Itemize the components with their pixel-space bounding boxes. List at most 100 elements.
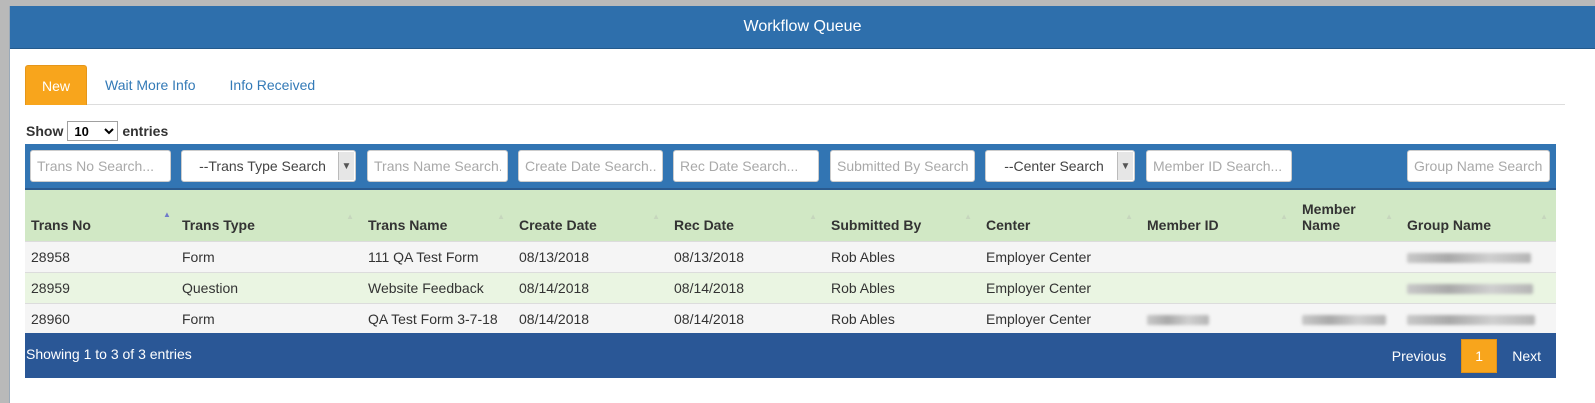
trans-type-search-select[interactable]: --Trans Type Search ▼	[181, 150, 356, 182]
next-page-button[interactable]: Next	[1497, 348, 1556, 364]
cell-create-date: 08/13/2018	[513, 240, 668, 272]
create-date-search-input[interactable]	[518, 150, 663, 182]
redacted-text	[1147, 314, 1209, 325]
redacted-text	[1407, 252, 1531, 263]
column-label: Trans Type	[182, 216, 255, 233]
table-row[interactable]: 28960 Form QA Test Form 3-7-18 08/14/201…	[25, 302, 1556, 335]
cell-member-name	[1296, 240, 1401, 272]
cell-submitted-by: Rob Ables	[825, 302, 980, 335]
sort-icon: ▲	[1280, 212, 1288, 221]
redacted-text	[1407, 283, 1533, 294]
trans-no-search-input[interactable]	[30, 150, 171, 182]
center-search-select[interactable]: --Center Search ▼	[985, 150, 1135, 182]
trans-type-search-value: --Trans Type Search	[199, 158, 326, 174]
column-filter-bar: --Trans Type Search ▼ --Center Search ▼	[25, 144, 1556, 188]
entries-length-control: Show 10 entries	[26, 121, 168, 141]
column-header-submitted-by[interactable]: Submitted By ▲	[825, 188, 980, 241]
sort-icon: ▲︎	[346, 212, 354, 221]
group-name-search-input[interactable]	[1407, 150, 1550, 182]
table-header-row: Trans No ▲ Trans Type ▲︎ Trans Name ▲ Creat…	[25, 188, 1556, 241]
tab-info-received[interactable]: Info Received	[214, 65, 332, 105]
cell-member-id	[1141, 240, 1296, 272]
show-label: Show	[26, 123, 64, 139]
trans-name-search-input[interactable]	[367, 150, 508, 182]
sort-icon: ▲	[809, 212, 817, 221]
cell-trans-name: Website Feedback	[362, 271, 513, 303]
cell-member-id	[1141, 302, 1296, 335]
center-search-value: --Center Search	[1004, 158, 1104, 174]
member-id-search-input[interactable]	[1146, 150, 1292, 182]
cell-create-date: 08/14/2018	[513, 302, 668, 335]
column-header-rec-date[interactable]: Rec Date ▲	[668, 188, 825, 241]
cell-rec-date: 08/13/2018	[668, 240, 825, 272]
cell-trans-name: 111 QA Test Form	[362, 240, 513, 272]
cell-rec-date: 08/14/2018	[668, 302, 825, 335]
cell-trans-no: 28958	[25, 240, 176, 272]
column-label: Trans Name	[368, 216, 448, 233]
sort-icon: ▲	[1385, 212, 1393, 221]
column-label: Submitted By	[831, 216, 922, 233]
table-footer: Showing 1 to 3 of 3 entries Previous 1 N…	[25, 333, 1556, 378]
chevron-down-icon: ▼	[338, 152, 354, 180]
cell-member-id	[1141, 271, 1296, 303]
column-label: Group Name	[1407, 216, 1492, 233]
rec-date-search-input[interactable]	[673, 150, 819, 182]
panel-header: Workflow Queue	[10, 6, 1595, 49]
redacted-text	[1302, 314, 1386, 325]
cell-trans-type: Question	[176, 271, 362, 303]
column-header-trans-type[interactable]: Trans Type ▲︎	[176, 188, 362, 241]
column-label: Member Name	[1302, 200, 1356, 233]
tab-wait-more-info[interactable]: Wait More Info	[89, 65, 212, 105]
chevron-down-icon: ▼	[1117, 152, 1133, 180]
cell-group-name	[1401, 302, 1556, 335]
cell-submitted-by: Rob Ables	[825, 271, 980, 303]
cell-center: Employer Center	[980, 302, 1141, 335]
entries-info: Showing 1 to 3 of 3 entries	[26, 345, 192, 362]
workflow-queue-panel: Workflow Queue New Wait More Info Info R…	[9, 6, 1595, 403]
column-header-group-name[interactable]: Group Name ▲	[1401, 188, 1556, 241]
cell-center: Employer Center	[980, 271, 1141, 303]
cell-member-name	[1296, 302, 1401, 335]
queue-tabs: New Wait More Info Info Received	[25, 65, 1565, 105]
cell-member-name	[1296, 271, 1401, 303]
workflow-queue-table: Trans No ▲ Trans Type ▲︎ Trans Name ▲ Creat…	[25, 188, 1556, 335]
submitted-by-search-input[interactable]	[830, 150, 975, 182]
cell-trans-type: Form	[176, 302, 362, 335]
cell-create-date: 08/14/2018	[513, 271, 668, 303]
page-title: Workflow Queue	[743, 18, 862, 35]
column-header-trans-name[interactable]: Trans Name ▲	[362, 188, 513, 241]
pagination: Previous 1 Next	[1377, 333, 1556, 378]
table-row[interactable]: 28959 Question Website Feedback 08/14/20…	[25, 271, 1556, 303]
column-label: Center	[986, 216, 1031, 233]
cell-trans-type: Form	[176, 240, 362, 272]
sort-icon: ▲	[964, 212, 972, 221]
entries-label: entries	[122, 123, 169, 139]
redacted-text	[1407, 314, 1535, 325]
entries-per-page-select[interactable]: 10	[67, 121, 119, 141]
cell-trans-no: 28960	[25, 302, 176, 335]
cell-trans-no: 28959	[25, 271, 176, 303]
page-1-button[interactable]: 1	[1461, 338, 1498, 373]
column-label: Trans No	[31, 216, 91, 233]
sort-ascending-icon: ▲	[163, 210, 171, 219]
cell-rec-date: 08/14/2018	[668, 271, 825, 303]
sort-icon: ▲	[652, 212, 660, 221]
cell-submitted-by: Rob Ables	[825, 240, 980, 272]
tab-new[interactable]: New	[25, 65, 88, 105]
sort-icon: ▲	[497, 212, 505, 221]
cell-group-name	[1401, 240, 1556, 272]
column-header-trans-no[interactable]: Trans No ▲	[25, 188, 176, 241]
column-label: Create Date	[519, 216, 597, 233]
cell-center: Employer Center	[980, 240, 1141, 272]
column-label: Rec Date	[674, 216, 734, 233]
table-row[interactable]: 28958 Form 111 QA Test Form 08/13/2018 0…	[25, 240, 1556, 272]
column-header-member-name[interactable]: Member Name ▲	[1296, 188, 1401, 241]
previous-page-button[interactable]: Previous	[1377, 348, 1461, 364]
column-header-center[interactable]: Center ▲	[980, 188, 1141, 241]
column-header-member-id[interactable]: Member ID ▲	[1141, 188, 1296, 241]
cell-trans-name: QA Test Form 3-7-18	[362, 302, 513, 335]
column-header-create-date[interactable]: Create Date ▲	[513, 188, 668, 241]
sort-icon: ▲	[1125, 212, 1133, 221]
cell-group-name	[1401, 271, 1556, 303]
sort-icon: ▲	[1540, 212, 1548, 221]
